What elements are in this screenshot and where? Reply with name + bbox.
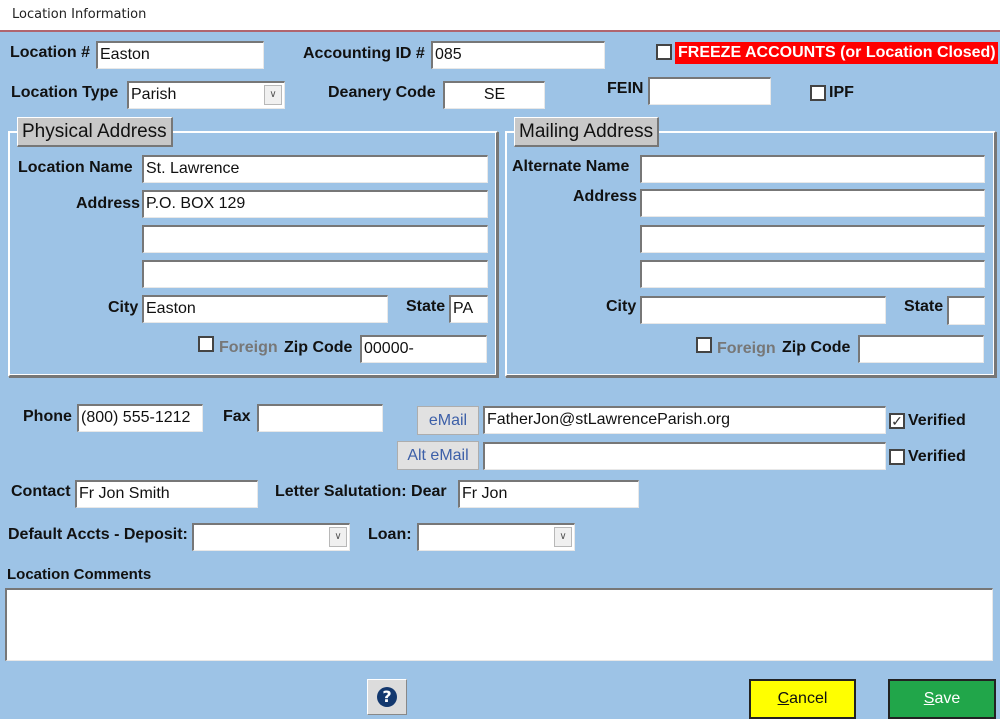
mailing-address-label: Address	[573, 188, 638, 205]
window-title: Location Information	[12, 7, 147, 22]
location-number-input[interactable]: Easton	[96, 41, 264, 69]
cancel-label: ancel	[789, 690, 828, 707]
default-deposit-select[interactable]: ∨	[192, 523, 350, 551]
save-button[interactable]: Save	[888, 679, 996, 719]
location-type-label: Location Type	[11, 84, 119, 101]
location-comments-label: Location Comments	[7, 566, 152, 583]
mailing-address-title: Mailing Address	[514, 117, 660, 147]
alt-email-input[interactable]	[483, 442, 886, 470]
salutation-input[interactable]: Fr Jon	[458, 480, 639, 508]
phone-label: Phone	[23, 408, 72, 425]
physical-address-line3-input[interactable]	[142, 260, 488, 288]
mailing-address-line2-input[interactable]	[640, 225, 985, 253]
accounting-id-label: Accounting ID #	[303, 45, 425, 62]
deanery-code-label: Deanery Code	[328, 84, 436, 101]
chevron-down-icon[interactable]: ∨	[329, 527, 347, 547]
phone-input[interactable]: (800) 555-1212	[77, 404, 203, 432]
physical-state-label: State	[406, 298, 446, 315]
mailing-state-input[interactable]	[947, 296, 985, 325]
loan-label: Loan:	[368, 526, 412, 543]
mailing-address-line3-input[interactable]	[640, 260, 985, 288]
ipf-checkbox[interactable]	[810, 85, 826, 101]
ipf-label: IPF	[829, 84, 854, 101]
alt-email-verified-label: Verified	[908, 448, 966, 465]
save-accelerator: S	[923, 690, 935, 707]
physical-city-input[interactable]: Easton	[142, 295, 388, 323]
fein-input[interactable]	[648, 77, 771, 105]
alt-email-verified-checkbox[interactable]	[889, 449, 905, 465]
mailing-zip-input[interactable]	[858, 335, 984, 363]
email-verified-label: Verified	[908, 412, 966, 429]
checkmark-icon: ✓	[891, 413, 903, 429]
deanery-code-input[interactable]: SE	[443, 81, 545, 109]
title-bar: Location Information	[0, 0, 1000, 32]
location-comments-textarea[interactable]	[5, 588, 993, 661]
mailing-zip-label: Zip Code	[782, 339, 851, 356]
loan-select[interactable]: ∨	[417, 523, 575, 551]
email-verified-checkbox[interactable]: ✓	[889, 413, 905, 429]
question-icon: ?	[377, 687, 397, 707]
fein-label: FEIN	[607, 80, 644, 97]
physical-state-input[interactable]: PA	[449, 295, 488, 323]
alternate-name-input[interactable]	[640, 155, 985, 183]
mailing-address-line1-input[interactable]	[640, 189, 985, 217]
salutation-label: Letter Salutation: Dear	[275, 483, 447, 500]
location-name-label: Location Name	[18, 159, 133, 176]
location-type-select[interactable]: Parish ∨	[127, 81, 285, 109]
contact-label: Contact	[11, 483, 71, 500]
mailing-state-label: State	[904, 298, 944, 315]
location-form: Location # Easton Accounting ID # 085 FR…	[0, 34, 1000, 719]
cancel-button[interactable]: Cancel	[749, 679, 856, 719]
physical-city-label: City	[108, 299, 139, 316]
cancel-accelerator: C	[777, 690, 790, 707]
chevron-down-icon[interactable]: ∨	[264, 85, 282, 105]
fax-input[interactable]	[257, 404, 383, 432]
location-type-value: Parish	[131, 86, 177, 103]
alternate-name-label: Alternate Name	[512, 158, 630, 175]
mailing-foreign-label: Foreign	[717, 340, 776, 357]
physical-foreign-label: Foreign	[219, 339, 278, 356]
default-deposit-label: Default Accts - Deposit:	[8, 526, 188, 543]
physical-address-title: Physical Address	[17, 117, 173, 147]
mailing-city-label: City	[606, 298, 637, 315]
location-number-label: Location #	[10, 44, 91, 61]
mailing-city-input[interactable]	[640, 296, 886, 324]
mailing-foreign-checkbox[interactable]	[696, 337, 712, 353]
physical-address-line2-input[interactable]	[142, 225, 488, 253]
help-button[interactable]: ?	[367, 679, 407, 715]
save-label: ave	[934, 690, 961, 707]
accounting-id-input[interactable]: 085	[431, 41, 605, 69]
email-input[interactable]: FatherJon@stLawrenceParish.org	[483, 406, 886, 434]
fax-label: Fax	[223, 408, 251, 425]
physical-zip-input[interactable]: 00000-	[360, 335, 487, 363]
physical-address-label: Address	[76, 195, 141, 212]
physical-zip-label: Zip Code	[284, 339, 353, 356]
contact-input[interactable]: Fr Jon Smith	[75, 480, 258, 508]
freeze-accounts-label: FREEZE ACCOUNTS (or Location Closed)	[675, 42, 998, 64]
physical-address-line1-input[interactable]: P.O. BOX 129	[142, 190, 488, 218]
chevron-down-icon[interactable]: ∨	[554, 527, 572, 547]
freeze-accounts-checkbox[interactable]	[656, 44, 672, 60]
email-button[interactable]: eMail	[417, 406, 479, 435]
alt-email-button[interactable]: Alt eMail	[397, 441, 479, 470]
physical-foreign-checkbox[interactable]	[198, 336, 214, 352]
location-name-input[interactable]: St. Lawrence	[142, 155, 488, 183]
